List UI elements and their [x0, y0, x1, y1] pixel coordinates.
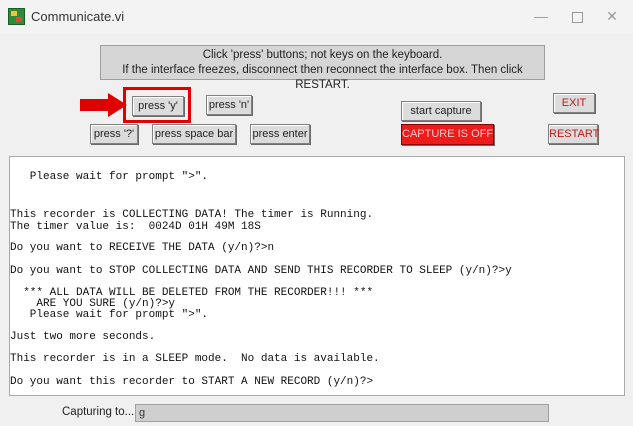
labview-vi-icon: [8, 8, 25, 25]
window-title: Communicate.vi: [31, 9, 125, 24]
capturing-to-label: Capturing to...: [62, 406, 135, 418]
exit-button[interactable]: EXIT: [553, 93, 595, 113]
terminal-line: Do you want this recorder to START A NEW…: [10, 376, 374, 388]
capture-status-indicator: CAPTURE IS OFF: [401, 124, 494, 145]
instructions-line-1: Click 'press' buttons; not keys on the k…: [202, 49, 443, 61]
terminal-output: Please wait for prompt ">". This recorde…: [9, 156, 625, 396]
terminal-line: Just two more seconds.: [10, 331, 156, 343]
press-question-button[interactable]: press '?': [90, 124, 138, 144]
minimize-button[interactable]: —: [530, 6, 552, 26]
maximize-button[interactable]: [566, 6, 588, 26]
terminal-line: Please wait for prompt ">".: [10, 171, 209, 183]
press-enter-button[interactable]: press enter: [250, 124, 310, 144]
title-bar: Communicate.vi — ✕: [0, 0, 633, 34]
red-arrow-right-icon: [80, 93, 127, 117]
terminal-line: Do you want to RECEIVE THE DATA (y/n)?>n: [10, 242, 275, 254]
restart-button[interactable]: RESTART: [548, 124, 599, 144]
maximize-icon: [571, 11, 583, 23]
terminal-line: This recorder is in a SLEEP mode. No dat…: [10, 353, 380, 365]
terminal-line: The timer value is: 0024D 01H 49M 18S: [10, 221, 261, 233]
press-n-button[interactable]: press 'n': [206, 95, 252, 115]
press-space-bar-button[interactable]: press space bar: [152, 124, 236, 144]
close-button[interactable]: ✕: [601, 6, 623, 26]
instructions-box: Click 'press' buttons; not keys on the k…: [100, 45, 545, 91]
terminal-line: Please wait for prompt ">".: [10, 309, 209, 321]
terminal-line: Do you want to STOP COLLECTING DATA AND …: [10, 265, 512, 277]
highlight-box: [123, 87, 191, 123]
start-capture-button[interactable]: start capture: [401, 101, 481, 121]
terminal-line: This recorder is COLLECTING DATA! The ti…: [10, 209, 374, 221]
capture-path-field[interactable]: g: [135, 404, 549, 422]
